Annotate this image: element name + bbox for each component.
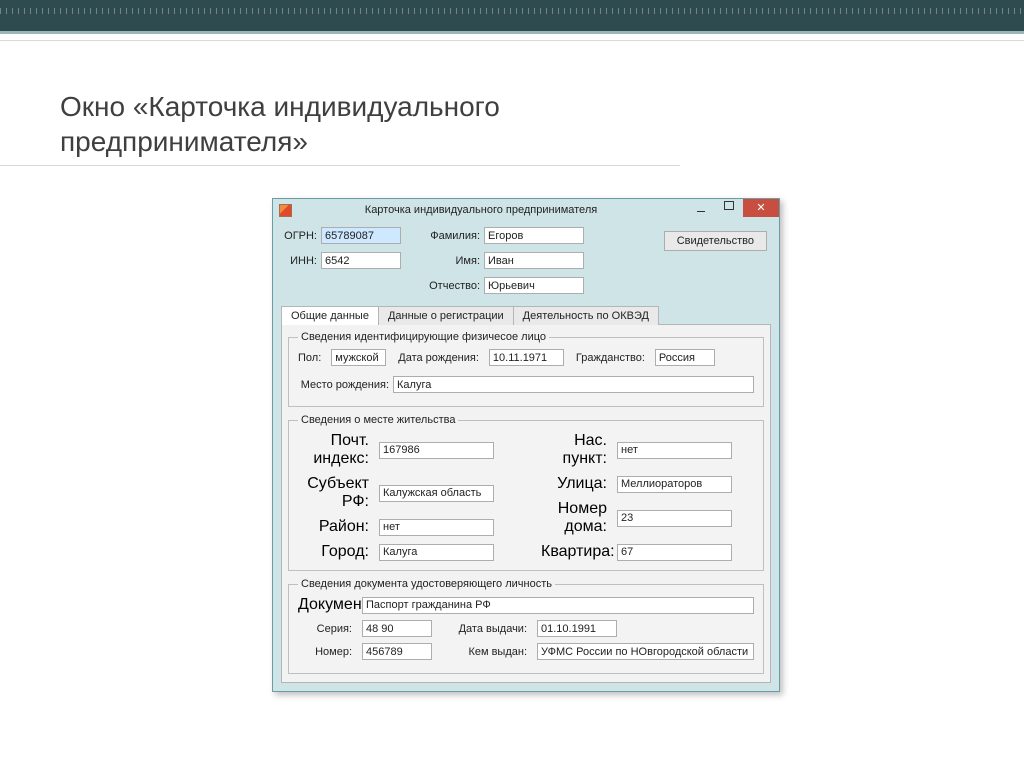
- issuer-input[interactable]: [537, 643, 754, 660]
- window-title: Карточка индивидуального предпринимателя: [273, 204, 689, 216]
- patronymic-label: Отчество:: [429, 280, 484, 292]
- firstname-label: Имя:: [429, 255, 484, 267]
- inn-label: ИНН:: [281, 255, 321, 267]
- identity-legend: Сведения идентифицирующие физичесое лицо: [298, 331, 549, 343]
- ogrn-label: ОГРН:: [281, 230, 321, 242]
- gender-input[interactable]: [331, 349, 386, 366]
- citizenship-label: Гражданство:: [576, 352, 649, 364]
- document-group: Сведения документа удостоверяющего лично…: [288, 578, 764, 674]
- series-input[interactable]: [362, 620, 432, 637]
- street-label: Улица:: [541, 475, 611, 493]
- firstname-input[interactable]: [484, 252, 584, 269]
- doc-label: Документ:: [298, 596, 356, 614]
- district-input[interactable]: [379, 519, 494, 536]
- citizenship-input[interactable]: [655, 349, 715, 366]
- city-input[interactable]: [379, 544, 494, 561]
- birthplace-label: Место рождения:: [298, 379, 393, 391]
- subject-input[interactable]: [379, 485, 494, 502]
- number-label: Номер:: [298, 646, 356, 658]
- client-area: ОГРН: ИНН: Фамилия: Имя: Отчес: [273, 221, 779, 691]
- street-input[interactable]: [617, 476, 732, 493]
- tab-registration[interactable]: Данные о регистрации: [378, 306, 514, 325]
- city-label: Город:: [298, 543, 373, 561]
- subject-label: Субъект РФ:: [298, 475, 373, 511]
- residence-group: Сведения о месте жительства Почт. индекс…: [288, 414, 764, 571]
- tab-okved[interactable]: Деятельность по ОКВЭД: [513, 306, 659, 325]
- series-label: Серия:: [298, 623, 356, 635]
- number-input[interactable]: [362, 643, 432, 660]
- tabstrip: Общие данные Данные о регистрации Деятел…: [281, 306, 771, 325]
- issue-date-label: Дата выдачи:: [456, 623, 531, 635]
- inn-input[interactable]: [321, 252, 401, 269]
- maximize-button[interactable]: [715, 199, 743, 217]
- postcode-input[interactable]: [379, 442, 494, 459]
- tab-general[interactable]: Общие данные: [281, 306, 379, 325]
- issue-date-input[interactable]: [537, 620, 617, 637]
- dob-label: Дата рождения:: [398, 352, 483, 364]
- house-input[interactable]: [617, 510, 732, 527]
- gender-label: Пол:: [298, 352, 325, 364]
- flat-label: Квартира:: [541, 543, 611, 561]
- patronymic-input[interactable]: [484, 277, 584, 294]
- tabpage-general: Сведения идентифицирующие физичесое лицо…: [281, 324, 771, 683]
- district-label: Район:: [298, 518, 373, 536]
- settlement-input[interactable]: [617, 442, 732, 459]
- doc-input[interactable]: [362, 597, 754, 614]
- flat-input[interactable]: [617, 544, 732, 561]
- close-button[interactable]: [743, 199, 779, 217]
- house-label: Номер дома:: [541, 500, 611, 536]
- document-legend: Сведения документа удостоверяющего лично…: [298, 578, 555, 590]
- dob-input[interactable]: [489, 349, 564, 366]
- slide-title: Окно «Карточка индивидуального предприни…: [0, 34, 680, 166]
- identity-group: Сведения идентифицирующие физичесое лицо…: [288, 331, 764, 407]
- minimize-button[interactable]: [687, 199, 715, 217]
- titlebar[interactable]: Карточка индивидуального предпринимателя: [273, 199, 779, 221]
- app-window: Карточка индивидуального предпринимателя…: [272, 198, 780, 692]
- issuer-label: Кем выдан:: [456, 646, 531, 658]
- certificate-button[interactable]: Свидетельство: [664, 231, 767, 251]
- residence-legend: Сведения о месте жительства: [298, 414, 458, 426]
- lastname-input[interactable]: [484, 227, 584, 244]
- settlement-label: Нас. пункт:: [541, 432, 611, 468]
- slide-top-decoration: [0, 0, 1024, 34]
- slide-separator: [0, 40, 1024, 41]
- ogrn-input[interactable]: [321, 227, 401, 244]
- birthplace-input[interactable]: [393, 376, 754, 393]
- lastname-label: Фамилия:: [429, 230, 484, 242]
- postcode-label: Почт. индекс:: [298, 432, 373, 468]
